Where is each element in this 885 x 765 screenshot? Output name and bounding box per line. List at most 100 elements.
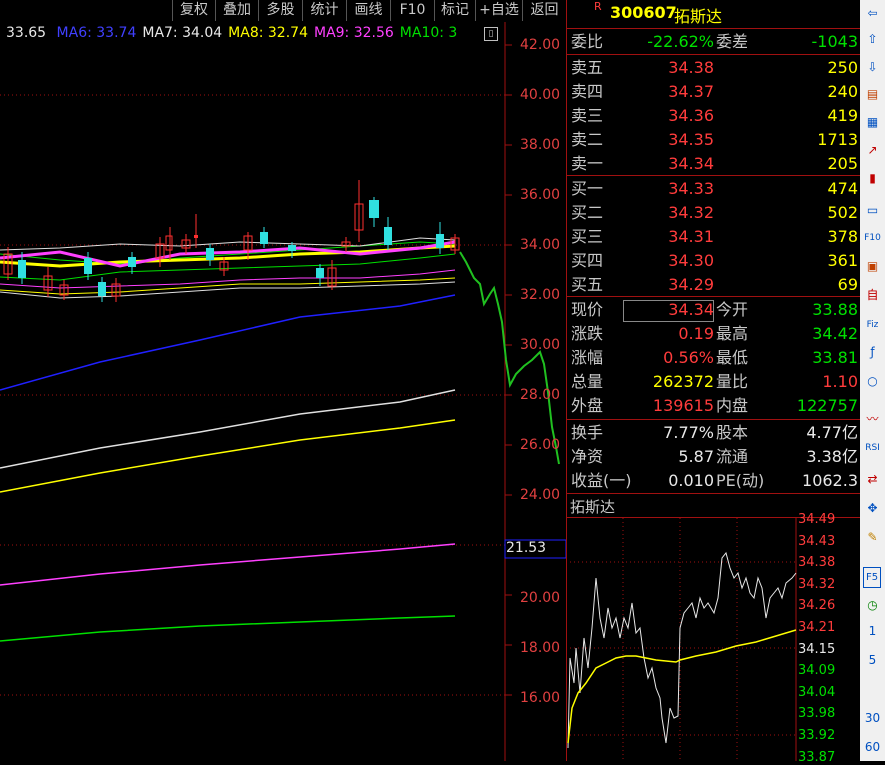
period-60-button[interactable]: 60 xyxy=(863,738,882,757)
clock-icon[interactable]: ◷ xyxy=(863,596,882,615)
rong-badge: R xyxy=(594,0,602,13)
level-label: 卖一 xyxy=(571,154,604,173)
arrow-up-icon[interactable]: ⇧ xyxy=(863,30,882,49)
level-volume: 1713 xyxy=(817,130,858,149)
grid-icon[interactable]: ▦ xyxy=(863,113,882,132)
mini-price-tick: 33.87 xyxy=(798,749,836,765)
sell-level-row[interactable]: 卖三 34.36 419 xyxy=(566,104,860,128)
draw-line-button[interactable]: 画线 xyxy=(346,0,390,21)
quote-stat-row: 涨幅 0.56% 最低 33.81 xyxy=(566,346,860,370)
sell-level-row[interactable]: 卖二 34.35 1713 xyxy=(566,128,860,152)
weibi-label: 委比 xyxy=(571,32,604,51)
ma-line-yellow xyxy=(0,419,456,493)
trend-chart-icon[interactable]: ↗ xyxy=(863,141,882,160)
f10-icon[interactable]: F10 xyxy=(863,229,882,248)
mini-price-tick: 34.43 xyxy=(798,533,836,549)
sell-level-row[interactable]: 卖五 34.38 250 xyxy=(566,56,860,80)
price-tick: 24.00 xyxy=(520,487,561,503)
fundamental-value: 4.77亿 xyxy=(806,423,858,442)
sell-level-row[interactable]: 卖一 34.34 205 xyxy=(566,152,860,176)
buy-level-row[interactable]: 买四 34.30 361 xyxy=(566,249,860,273)
price-tick: 38.00 xyxy=(520,137,561,153)
level-price: 34.37 xyxy=(668,82,714,101)
period-30-button[interactable]: 30 xyxy=(863,709,882,728)
mini-price-tick: 34.49 xyxy=(798,512,836,527)
level-volume: 205 xyxy=(827,154,858,173)
candle-icon[interactable]: ▮ xyxy=(863,169,882,188)
window-icon[interactable]: ▭ xyxy=(863,201,882,220)
price-tick: 20.00 xyxy=(520,590,561,606)
fundamental-label: 换手 xyxy=(571,423,604,442)
arrow-left-icon[interactable]: ⇦ xyxy=(863,4,882,23)
mini-price-tick: 33.98 xyxy=(798,706,836,722)
fiz-icon[interactable]: Fiz xyxy=(863,316,882,335)
indicator-icon[interactable]: 〰 xyxy=(863,410,882,429)
level-price: 34.32 xyxy=(668,203,714,222)
level-label: 买四 xyxy=(571,251,604,270)
news-icon[interactable]: ▣ xyxy=(863,257,882,276)
quote-panel: R 300607 拓斯达 委比 -22.62% 委差 -1043 卖五 34.38… xyxy=(566,0,860,765)
price-tick: 28.00 xyxy=(520,387,561,403)
fuquan-button[interactable]: 复权 xyxy=(172,0,215,21)
stat-label: 涨幅 xyxy=(571,348,604,367)
stat-label: 今开 xyxy=(716,300,749,319)
period-1-button[interactable]: 1 xyxy=(863,622,882,641)
fundamental-value: 3.38亿 xyxy=(806,447,858,466)
buy-level-row[interactable]: 买二 34.32 502 xyxy=(566,201,860,225)
mark-button[interactable]: 标记 xyxy=(434,0,475,21)
buy-level-row[interactable]: 买三 34.31 378 xyxy=(566,225,860,249)
back-button[interactable]: 返回 xyxy=(522,0,566,21)
stat-value: 33.81 xyxy=(812,348,858,367)
level-label: 卖四 xyxy=(571,82,604,101)
level-label: 买三 xyxy=(571,227,604,246)
quote-fundamental-row: 收益(一) 0.010 PE(动) 1062.3 xyxy=(566,469,860,493)
price-tick: 30.00 xyxy=(520,337,561,353)
self-select-icon[interactable]: 自 xyxy=(863,286,882,305)
report-icon[interactable]: ▤ xyxy=(863,85,882,104)
price-tick: 32.00 xyxy=(520,287,561,303)
price-highlight-label: 21.53 xyxy=(506,540,547,556)
level-label: 买一 xyxy=(571,179,604,198)
overlay-button[interactable]: 叠加 xyxy=(215,0,258,21)
buy-level-row[interactable]: 买五 34.29 69 xyxy=(566,273,860,297)
fundamental-value: 1062.3 xyxy=(802,471,858,490)
stat-label: 量比 xyxy=(716,372,749,391)
level-price: 34.33 xyxy=(668,179,714,198)
level-price: 34.31 xyxy=(668,227,714,246)
level-label: 买五 xyxy=(571,275,604,294)
pencil-icon[interactable]: ✎ xyxy=(863,528,882,547)
arrow-down-icon[interactable]: ⇩ xyxy=(863,58,882,77)
mini-price-tick: 34.26 xyxy=(798,598,836,614)
level-price: 34.29 xyxy=(668,275,714,294)
ma-line-magenta xyxy=(0,543,456,586)
level-volume: 361 xyxy=(827,251,858,270)
rsi-icon[interactable]: RSI xyxy=(863,439,882,458)
level-price: 34.34 xyxy=(668,154,714,173)
buy-level-row[interactable]: 买一 34.33 474 xyxy=(566,177,860,201)
fundamental-label: 净资 xyxy=(571,447,604,466)
add-watchlist-button[interactable]: +自选 xyxy=(475,0,522,21)
level-label: 卖三 xyxy=(571,106,604,125)
period-5-button[interactable]: 5 xyxy=(863,651,882,670)
fundamental-label: 股本 xyxy=(716,423,749,442)
sell-level-row[interactable]: 卖四 34.37 240 xyxy=(566,80,860,104)
price-tick: 42.00 xyxy=(520,37,561,53)
move-icon[interactable]: ✥ xyxy=(863,499,882,518)
fundamental-value: 5.87 xyxy=(678,447,714,466)
quote-stat-row: 涨跌 0.19 最高 34.42 xyxy=(566,322,860,346)
statistics-button[interactable]: 统计 xyxy=(302,0,346,21)
f5-button[interactable]: F5 xyxy=(863,567,881,588)
weicha-label: 委差 xyxy=(716,32,749,51)
swap-icon[interactable]: ⇄ xyxy=(863,470,882,489)
circle-icon[interactable]: ○ xyxy=(863,372,882,391)
side-toolbar: ⇦ ⇧ ⇩ ▤ ▦ ↗ ▮ ▭ F10 ▣ 自 Fiz ƒ ○ 〰 RSI ⇄ … xyxy=(860,0,885,761)
multi-stock-button[interactable]: 多股 xyxy=(258,0,302,21)
function-icon[interactable]: ƒ xyxy=(863,343,882,362)
stat-label: 总量 xyxy=(571,372,604,391)
current-price-box xyxy=(623,300,714,322)
fundamental-label: 收益(一) xyxy=(571,471,632,490)
f10-button[interactable]: F10 xyxy=(390,0,434,21)
stat-label: 最低 xyxy=(716,348,749,367)
candlestick-chart[interactable] xyxy=(0,22,566,761)
quote-fundamental-row: 净资 5.87 流通 3.38亿 xyxy=(566,445,860,469)
